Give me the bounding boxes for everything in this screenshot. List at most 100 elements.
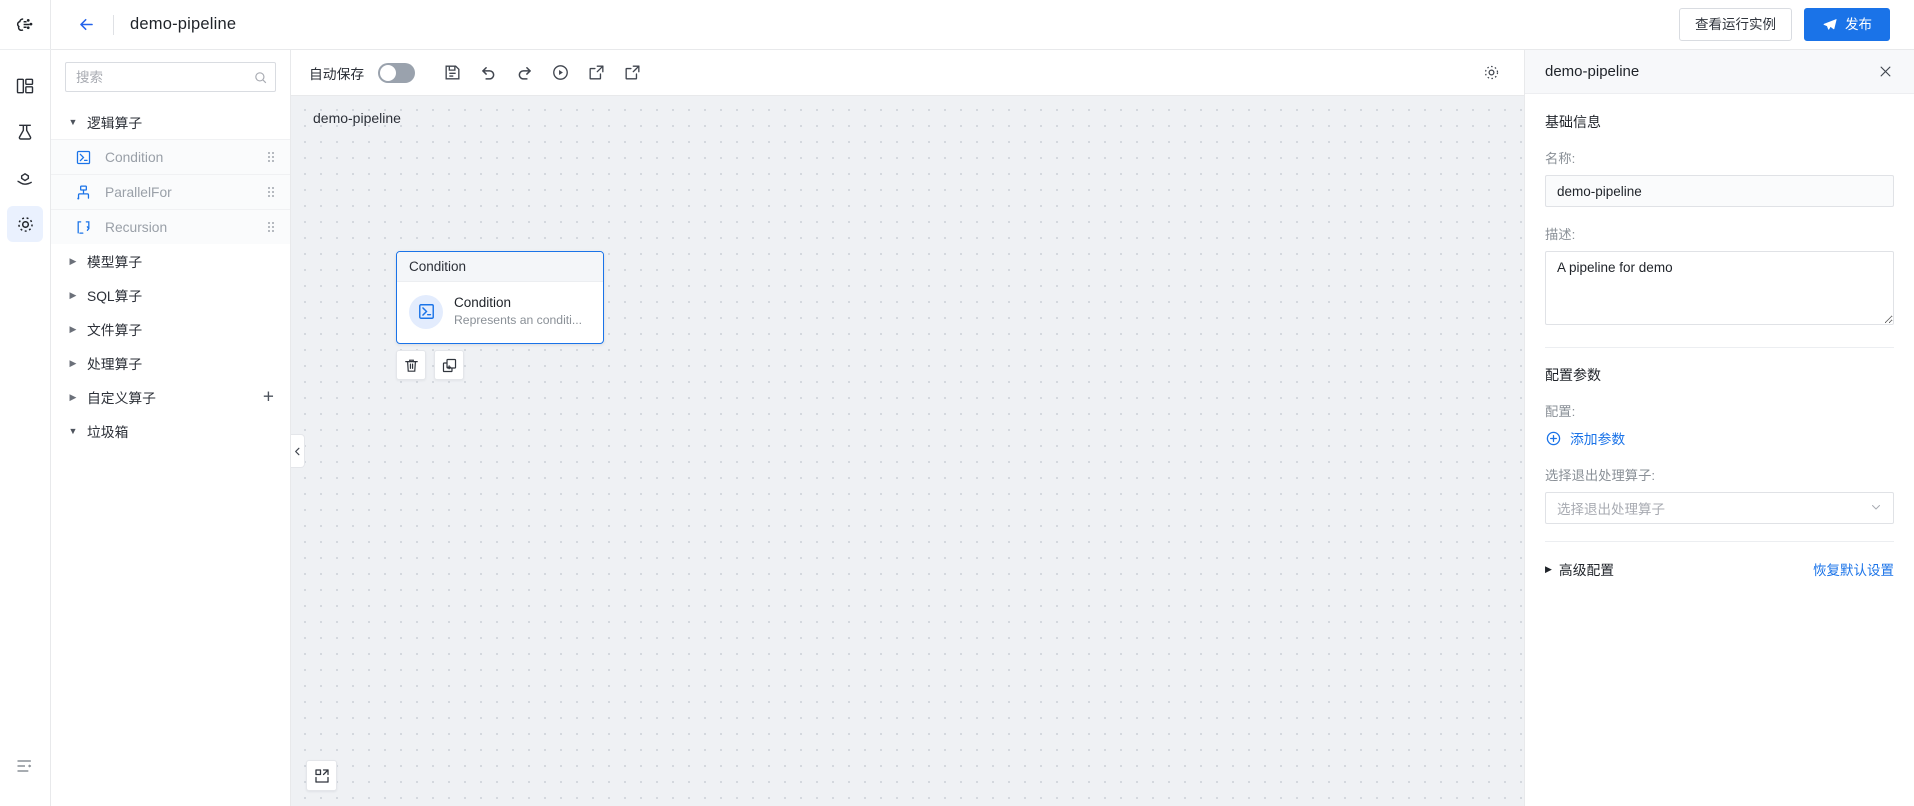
- tree-group-label: 逻辑算子: [87, 116, 143, 131]
- rail-item-menu-expand[interactable]: [7, 748, 43, 806]
- search-box[interactable]: [65, 62, 276, 92]
- rail-item-pipeline-settings[interactable]: [7, 206, 43, 242]
- tree-group-trash[interactable]: ▼ 垃圾箱: [51, 414, 290, 448]
- autosave-toggle[interactable]: [378, 62, 416, 83]
- properties-panel: demo-pipeline 基础信息 名称: 描述:: [1524, 50, 1914, 806]
- add-parameter-label: 添加参数: [1570, 432, 1626, 447]
- panel-header: demo-pipeline: [1525, 50, 1914, 94]
- menu-expand-icon[interactable]: [7, 748, 43, 784]
- search-icon[interactable]: [253, 70, 268, 85]
- parallelfor-icon: [75, 184, 97, 201]
- tree-group-label: 处理算子: [87, 357, 143, 372]
- canvas-dot-grid: [291, 96, 1524, 806]
- drag-handle-icon[interactable]: [268, 152, 274, 162]
- recursion-icon: [75, 219, 97, 236]
- operator-sidebar: ▼ 逻辑算子 Condition: [51, 50, 291, 806]
- tree-group-file[interactable]: ▶ 文件算子: [51, 312, 290, 346]
- canvas-settings-button[interactable]: [1476, 58, 1506, 88]
- rail-item-serving[interactable]: [7, 160, 43, 196]
- redo-button[interactable]: [509, 58, 539, 88]
- tree-leaf-recursion[interactable]: Recursion: [51, 209, 290, 244]
- tree-group-sql[interactable]: ▶ SQL算子: [51, 278, 290, 312]
- config-field-group: 配置: 添加参数: [1545, 401, 1894, 448]
- close-icon[interactable]: [1874, 61, 1896, 83]
- operator-tree: ▼ 逻辑算子 Condition ParallelFor Recursion ▶…: [51, 103, 290, 448]
- description-label: 描述:: [1545, 227, 1576, 242]
- name-field-group: 名称:: [1545, 148, 1894, 207]
- panel-divider-2: [1545, 541, 1894, 542]
- canvas-toolbar: 自动保存: [291, 50, 1524, 96]
- canvas-node-condition[interactable]: Condition Condition Represents an condit…: [396, 251, 604, 345]
- search-input[interactable]: [76, 69, 253, 85]
- tree-group-process[interactable]: ▶ 处理算子: [51, 346, 290, 380]
- tree-leaf-condition[interactable]: Condition: [51, 139, 290, 174]
- name-input[interactable]: [1545, 175, 1894, 207]
- config-section-title: 配置参数: [1545, 367, 1601, 383]
- advanced-config-row: ▶ 高级配置 恢复默认设置: [1545, 559, 1894, 579]
- node-header: Condition: [397, 252, 603, 282]
- advanced-config-toggle[interactable]: ▶ 高级配置: [1545, 559, 1614, 579]
- tree-group-logic[interactable]: ▼ 逻辑算子: [51, 105, 290, 139]
- tree-group-label: SQL算子: [87, 289, 143, 304]
- search-container: [51, 50, 290, 103]
- drag-handle-icon[interactable]: [268, 222, 274, 232]
- back-arrow-icon[interactable]: [73, 12, 99, 38]
- tree-leaf-label: ParallelFor: [105, 184, 172, 200]
- view-runs-button[interactable]: 查看运行实例: [1679, 8, 1792, 41]
- chevron-down-icon: [1870, 501, 1882, 516]
- autosave-label: 自动保存: [309, 66, 365, 82]
- fit-view-button[interactable]: [306, 760, 337, 791]
- rail-item-dashboard[interactable]: [7, 68, 43, 104]
- basic-info-section-title: 基础信息: [1545, 114, 1601, 130]
- node-subtitle: Represents an conditi...: [454, 313, 583, 328]
- app-icon-rail: [0, 0, 51, 806]
- config-label: 配置:: [1545, 404, 1576, 419]
- tree-leaf-parallelfor[interactable]: ParallelFor: [51, 174, 290, 209]
- save-button[interactable]: [437, 58, 467, 88]
- export-button[interactable]: [581, 58, 611, 88]
- drag-handle-icon[interactable]: [268, 187, 274, 197]
- publish-label: 发布: [1845, 16, 1872, 32]
- tree-leaf-label: Condition: [105, 149, 164, 165]
- tree-group-custom[interactable]: ▶ 自定义算子 +: [51, 380, 290, 414]
- node-body: Condition Represents an conditi...: [397, 282, 603, 343]
- delete-node-button[interactable]: [396, 350, 426, 380]
- add-custom-operator-button[interactable]: +: [263, 388, 274, 407]
- brain-logo-icon[interactable]: [0, 0, 51, 50]
- exit-operator-select[interactable]: 选择退出处理算子: [1545, 492, 1894, 524]
- canvas-pipeline-name: demo-pipeline: [313, 110, 401, 126]
- editor-body: ▼ 逻辑算子 Condition: [51, 50, 1914, 806]
- pipeline-canvas[interactable]: demo-pipeline Condition Condition Repres…: [291, 96, 1524, 806]
- rail-item-experiment[interactable]: [7, 114, 43, 150]
- canvas-column: 自动保存 demo-pipeline Condition Condition R…: [291, 50, 1524, 806]
- import-button[interactable]: [617, 58, 647, 88]
- chevron-down-icon: ▼: [68, 117, 78, 127]
- pipeline-editor-app: demo-pipeline 查看运行实例 发布 搜索 ▼ 逻辑算子 Condit…: [0, 0, 1914, 806]
- advanced-config-label: 高级配置: [1558, 563, 1615, 578]
- add-parameter-button[interactable]: 添加参数: [1545, 428, 1894, 448]
- duplicate-node-button[interactable]: [434, 350, 464, 380]
- exit-operator-placeholder: 选择退出处理算子: [1557, 502, 1665, 517]
- chevron-right-icon: ▶: [1545, 563, 1552, 574]
- restore-defaults-link[interactable]: 恢复默认设置: [1813, 559, 1894, 579]
- condition-icon: [75, 149, 97, 166]
- node-action-bar: [396, 350, 464, 380]
- panel-divider: [1545, 347, 1894, 348]
- undo-button[interactable]: [473, 58, 503, 88]
- tree-group-label: 自定义算子: [87, 391, 156, 406]
- condition-icon: [409, 294, 443, 329]
- node-title: Condition: [454, 295, 512, 310]
- tree-group-model[interactable]: ▶ 模型算子: [51, 244, 290, 278]
- publish-button[interactable]: 发布: [1804, 8, 1890, 41]
- panel-body: 基础信息 名称: 描述: 配置参数 配置:: [1525, 94, 1914, 579]
- sidebar-collapse-handle[interactable]: [291, 434, 305, 468]
- chevron-down-icon: ▼: [68, 426, 78, 436]
- chevron-right-icon: ▶: [69, 357, 77, 368]
- description-textarea[interactable]: [1545, 251, 1894, 325]
- view-runs-label: 查看运行实例: [1695, 16, 1776, 32]
- run-button[interactable]: [545, 58, 575, 88]
- header-divider: [113, 14, 114, 35]
- exit-operator-field-group: 选择退出处理算子: 选择退出处理算子: [1545, 465, 1894, 524]
- chevron-right-icon: ▶: [69, 391, 77, 402]
- node-text-group: Condition Represents an conditi...: [454, 294, 582, 329]
